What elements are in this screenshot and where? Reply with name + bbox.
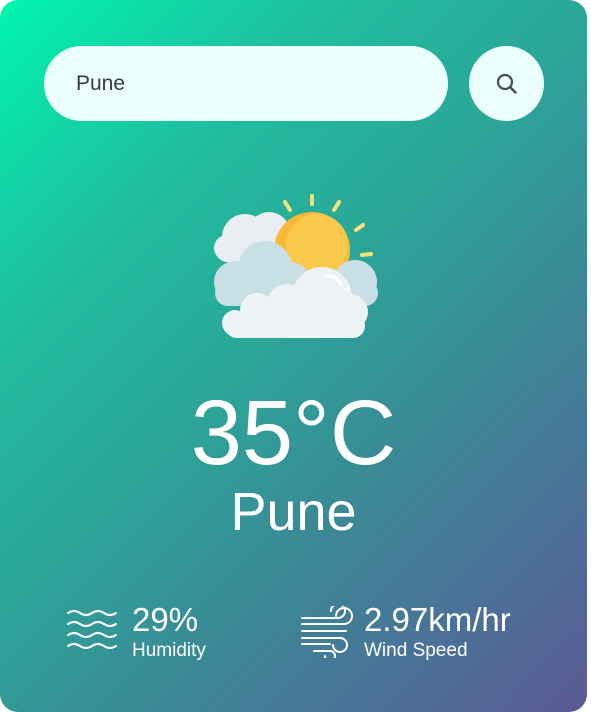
city-search-input[interactable] (44, 46, 448, 121)
city-name: Pune (230, 482, 357, 542)
humidity-label: Humidity (132, 640, 206, 661)
search-bar (44, 46, 544, 121)
humidity-value: 29% (132, 601, 199, 638)
partly-cloudy-icon (205, 190, 385, 345)
wind-speed-label: Wind Speed (364, 640, 468, 661)
wind-speed-value: 2.97km/hr (364, 601, 511, 638)
weather-card: 35°C Pune 29% Humidity 2.97km/hr (0, 0, 587, 712)
temperature-value: 35°C (190, 382, 397, 484)
wind-icon (301, 606, 353, 658)
search-icon (496, 73, 517, 94)
humidity-waves-icon (67, 610, 117, 649)
search-button[interactable] (469, 46, 544, 121)
